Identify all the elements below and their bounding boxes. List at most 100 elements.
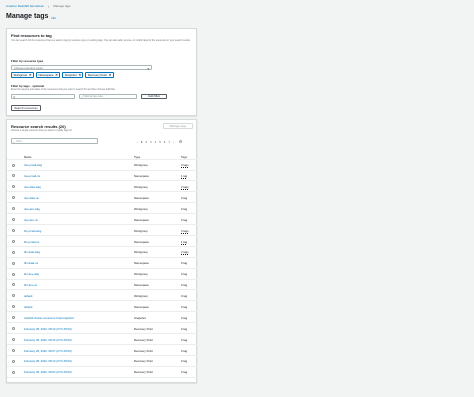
resource-name-link[interactable]: rise-data-wkg — [24, 185, 41, 189]
table-row[interactable]: rise-pmail-wkg Workgroup 3 tags — [7, 160, 198, 171]
row-radio[interactable] — [11, 261, 15, 265]
row-radio[interactable] — [11, 337, 15, 341]
results-search-input[interactable]: ⌕ Find — [11, 138, 98, 144]
search-resources-button[interactable]: Search resources — [11, 105, 41, 111]
resource-tags-cell[interactable]: 3 tags — [181, 163, 189, 167]
page-5[interactable]: 5 — [159, 140, 161, 144]
row-radio[interactable] — [11, 348, 15, 352]
resource-tags-cell[interactable]: 2 tags — [181, 185, 189, 189]
close-icon[interactable]: × — [79, 73, 81, 77]
resource-name-link[interactable]: rise-dev-ns — [24, 218, 38, 222]
table-row[interactable]: rise-dev-ns Namespace 0 tag — [7, 215, 198, 226]
filter-type-label: Filter by resource type — [11, 59, 44, 63]
gear-icon[interactable]: ⚙ — [179, 139, 183, 144]
resource-name-link[interactable]: fkn-data-wkg — [24, 250, 40, 254]
add-filter-button[interactable]: Add filter — [141, 93, 167, 100]
row-radio[interactable] — [11, 174, 15, 178]
resource-tags-cell[interactable]: 1 tag — [181, 174, 187, 178]
page-4[interactable]: 4 — [155, 140, 157, 144]
resource-tags-cell: 0 tag — [181, 217, 188, 222]
resource-name-link[interactable]: fkn-pmail-wkg — [24, 229, 41, 233]
table-row[interactable]: rise-dev-wkg Workgroup 0 tag — [7, 204, 198, 215]
page-7[interactable]: 7 — [168, 140, 170, 144]
resource-name-link[interactable]: rise-pmail-wkg — [24, 163, 42, 167]
resource-name-link[interactable]: default — [24, 305, 32, 309]
find-resources-description: You can search for the resources that yo… — [11, 39, 191, 42]
page-3[interactable]: 3 — [150, 140, 152, 144]
row-radio[interactable] — [11, 370, 15, 374]
table-row[interactable]: February 28, 2022, 08:13 (UTC-05:00) Reco… — [7, 356, 198, 367]
row-radio[interactable] — [11, 272, 15, 276]
table-row[interactable]: February 28, 2022, 08:03 (UTC-05:00) Reco… — [7, 367, 198, 378]
column-name-header[interactable]: Name — [24, 155, 32, 159]
row-radio[interactable] — [11, 228, 15, 232]
row-radio[interactable] — [11, 196, 15, 200]
resource-name-link[interactable]: February 28, 2022, 08:33 (UTC-05:00) — [24, 338, 72, 342]
resource-name-link[interactable]: rise-dev-wkg — [24, 207, 40, 211]
tag-value-input[interactable]: ⌕ Optional tag value — [79, 94, 137, 99]
resource-name-link[interactable]: fkn-dev-wkg — [24, 272, 39, 276]
row-radio[interactable] — [11, 207, 15, 211]
page-2[interactable]: 2 — [146, 140, 148, 144]
resource-type-cell: Namespace — [134, 283, 149, 288]
tag-key-input[interactable]: Q — [11, 94, 75, 99]
resource-type-cell: Namespace — [134, 195, 149, 200]
table-row[interactable]: fkn-pmail-wkg Workgroup 3 tags — [7, 225, 198, 236]
row-radio[interactable] — [11, 316, 15, 320]
resource-type-select[interactable]: Choose resource types ▾ — [11, 65, 152, 71]
page-1[interactable]: 1 — [141, 140, 143, 144]
table-row[interactable]: rise-data-ns Namespace 0 tag — [7, 193, 198, 204]
table-row[interactable]: fkn-data-wkg Workgroup 2 tags — [7, 247, 198, 258]
table-row[interactable]: fkn-dev-wkg Workgroup 0 tag — [7, 269, 198, 280]
resource-name-link[interactable]: redshift-cluster-consumer-final-snapshot — [24, 316, 74, 320]
table-row[interactable]: redshift-cluster-consumer-final-snapshot… — [7, 313, 198, 324]
column-tags-header[interactable]: Tags — [181, 155, 187, 159]
table-row[interactable]: rise-pmail-ns Namespace 1 tag — [7, 171, 198, 182]
resource-name-link[interactable]: February 28, 2022, 08:03 (UTC-05:00) — [24, 370, 72, 374]
manage-tags-button[interactable]: Manage tags — [163, 123, 193, 129]
row-radio[interactable] — [11, 359, 15, 363]
row-radio[interactable] — [11, 294, 15, 298]
row-radio[interactable] — [11, 305, 15, 309]
table-row[interactable]: default Namespace 0 tag — [7, 302, 198, 313]
close-icon[interactable]: × — [29, 73, 31, 77]
row-radio[interactable] — [11, 239, 15, 243]
row-radio[interactable] — [11, 185, 15, 189]
table-row[interactable]: February 28, 2022, 08:43 (UTC-05:00) Reco… — [7, 324, 198, 335]
table-row[interactable]: default Workgroup 0 tag — [7, 291, 198, 302]
table-row[interactable]: fkn-dev-ns Namespace 0 tag — [7, 280, 198, 291]
row-radio[interactable] — [11, 250, 15, 254]
row-radio[interactable] — [11, 163, 15, 167]
table-row[interactable]: rise-data-wkg Workgroup 2 tags — [7, 182, 198, 193]
close-icon[interactable]: × — [109, 73, 111, 77]
table-row[interactable]: fkn-data-ns Namespace 0 tag — [7, 258, 198, 269]
resource-name-link[interactable]: rise-data-ns — [24, 196, 39, 200]
breadcrumb-root-link[interactable]: Amazon Redshift Serverless — [6, 4, 44, 8]
resource-tags-cell[interactable]: 2 tags — [181, 250, 189, 254]
column-type-header[interactable]: Type — [134, 155, 140, 159]
table-row[interactable]: February 28, 2022, 08:33 (UTC-05:00) Reco… — [7, 334, 198, 345]
close-icon[interactable]: × — [55, 73, 57, 77]
prev-page-icon[interactable]: ‹ — [137, 140, 138, 144]
resource-type-cell: Namespace — [134, 261, 149, 266]
resource-name-link[interactable]: rise-pmail-ns — [24, 174, 40, 178]
chip-label: Namespace — [38, 73, 54, 77]
resource-name-link[interactable]: February 28, 2022, 08:27 (UTC-05:00) — [24, 349, 72, 353]
resource-name-link[interactable]: fkn-pmail-ns — [24, 240, 39, 244]
next-page-icon[interactable]: › — [173, 140, 174, 144]
table-row[interactable]: February 28, 2022, 08:27 (UTC-05:00) Reco… — [7, 345, 198, 356]
resource-name-link[interactable]: February 28, 2022, 08:13 (UTC-05:00) — [24, 359, 72, 363]
resource-name-link[interactable]: fkn-data-ns — [24, 261, 38, 265]
row-radio[interactable] — [11, 283, 15, 287]
resource-name-link[interactable]: fkn-dev-ns — [24, 283, 37, 287]
info-link[interactable]: Info — [51, 16, 56, 20]
resource-tags-cell: 0 tag — [181, 261, 188, 266]
page-6[interactable]: 6 — [164, 140, 166, 144]
table-row[interactable]: fkn-pmail-ns Namespace 1 tag — [7, 236, 198, 247]
row-radio[interactable] — [11, 218, 15, 221]
resource-tags-cell[interactable]: 1 tag — [181, 240, 187, 244]
resource-name-link[interactable]: February 28, 2022, 08:43 (UTC-05:00) — [24, 327, 72, 331]
resource-name-link[interactable]: default — [24, 294, 32, 298]
resource-tags-cell[interactable]: 3 tags — [181, 229, 189, 233]
row-radio[interactable] — [11, 327, 15, 330]
